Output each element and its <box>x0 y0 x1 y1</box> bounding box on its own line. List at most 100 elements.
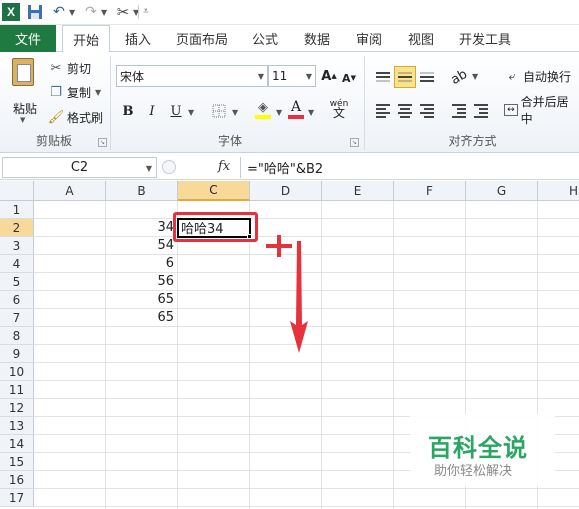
redo-dropdown-icon[interactable]: ▼ <box>101 8 107 17</box>
row-header[interactable]: 1 <box>0 201 34 219</box>
format-painter-button[interactable]: 🖌 格式刷 <box>48 107 103 127</box>
row-header[interactable]: 7 <box>0 309 34 327</box>
row-header[interactable]: 16 <box>0 471 34 489</box>
row-header[interactable]: 8 <box>0 327 34 345</box>
column-header-d[interactable]: D <box>250 181 322 201</box>
borders-dropdown-icon[interactable]: ▼ <box>232 108 238 117</box>
row-header[interactable]: 11 <box>0 381 34 399</box>
column-header-h[interactable]: H <box>538 181 579 201</box>
shrink-font-button[interactable]: A ▼ <box>340 67 358 89</box>
underline-button[interactable]: U <box>166 100 186 122</box>
copy-label: 复制 <box>67 85 92 100</box>
cell-b4[interactable]: 6 <box>106 255 178 273</box>
align-top-button[interactable] <box>372 66 394 88</box>
increase-indent-button[interactable] <box>470 100 492 122</box>
bold-button[interactable]: B <box>118 100 138 122</box>
paste-dropdown-icon[interactable]: ▼ <box>20 116 25 124</box>
row-header[interactable]: 13 <box>0 417 34 435</box>
row-header[interactable]: 3 <box>0 237 34 255</box>
font-color-button[interactable]: A <box>286 98 306 120</box>
paste-button[interactable]: 粘贴 ▼ <box>6 58 40 124</box>
cell-b7[interactable]: 65 <box>106 309 178 327</box>
ribbon-tabs: 文件 开始 插入 页面布局 公式 数据 审阅 视图 开发工具 <box>0 25 579 53</box>
redo-icon[interactable]: ↷ <box>84 3 98 21</box>
font-size-select[interactable]: 11 ▼ <box>268 65 316 87</box>
column-header-b[interactable]: B <box>106 181 178 201</box>
align-center-button[interactable] <box>394 100 416 122</box>
tab-page-layout[interactable]: 页面布局 <box>170 25 234 52</box>
select-all-corner[interactable] <box>0 181 34 201</box>
font-color-dropdown-icon[interactable]: ▼ <box>308 108 314 117</box>
formula-input[interactable]: ="哈哈"&B2 <box>240 157 579 178</box>
row-header[interactable]: 6 <box>0 291 34 309</box>
save-icon[interactable] <box>27 3 43 21</box>
phonetic-button[interactable]: wén 文 <box>326 98 352 120</box>
tab-data[interactable]: 数据 <box>296 25 338 52</box>
copy-icon: ❐ <box>50 84 62 100</box>
row-header[interactable]: 4 <box>0 255 34 273</box>
tab-insert[interactable]: 插入 <box>116 25 160 52</box>
customize-qat-icon[interactable]: ⩡ <box>143 6 149 17</box>
highlight-box <box>173 212 258 242</box>
tools-icon[interactable]: ✂ <box>114 3 132 21</box>
column-header-c[interactable]: C <box>178 181 250 201</box>
name-box[interactable]: C2 ▼ <box>2 157 157 178</box>
paste-label: 粘贴 <box>12 102 37 116</box>
borders-button[interactable] <box>208 100 230 122</box>
row-header[interactable]: 17 <box>0 489 34 507</box>
wrap-text-button[interactable]: ⤶ 自动换行 <box>504 66 571 86</box>
copy-dropdown-icon[interactable]: ▼ <box>95 88 101 97</box>
font-launcher-icon[interactable]: ↘ <box>350 138 359 147</box>
cut-button[interactable]: ✂ 剪切 <box>48 58 91 78</box>
ribbon-home: 粘贴 ▼ ✂ 剪切 ❐ 复制 ▼ 🖌 格式刷 剪贴板 ↘ 宋体 ▼ 11 ▼ A… <box>0 52 579 153</box>
wrap-text-label: 自动换行 <box>523 69 572 84</box>
column-header-f[interactable]: F <box>394 181 466 201</box>
row-header[interactable]: 14 <box>0 435 34 453</box>
row-header[interactable]: 2 <box>0 219 34 237</box>
orientation-dropdown-icon[interactable]: ▼ <box>472 72 478 81</box>
row-header[interactable]: 5 <box>0 273 34 291</box>
tab-formulas[interactable]: 公式 <box>244 25 286 52</box>
column-header-g[interactable]: G <box>466 181 538 201</box>
align-right-button[interactable] <box>416 100 438 122</box>
row-header[interactable]: 9 <box>0 345 34 363</box>
column-header-e[interactable]: E <box>322 181 394 201</box>
fill-color-button[interactable]: ◈ <box>252 98 274 120</box>
row-header[interactable]: 15 <box>0 453 34 471</box>
column-header-a[interactable]: A <box>34 181 106 201</box>
cell-b3[interactable]: 54 <box>106 237 178 255</box>
tab-home[interactable]: 开始 <box>62 25 110 53</box>
row-header[interactable]: 10 <box>0 363 34 381</box>
tab-developer[interactable]: 开发工具 <box>452 25 518 52</box>
merge-icon: ↔ <box>504 104 518 116</box>
grow-font-button[interactable]: A ▲ <box>320 65 338 87</box>
tab-review[interactable]: 审阅 <box>348 25 390 52</box>
font-size-value: 11 <box>272 69 288 83</box>
insert-function-icon[interactable]: fx <box>218 159 230 174</box>
expand-handle-icon[interactable] <box>162 160 176 174</box>
font-color-icon: A <box>290 99 302 115</box>
cell-b5[interactable]: 56 <box>106 273 178 291</box>
underline-dropdown-icon[interactable]: ▼ <box>188 108 194 117</box>
tab-view[interactable]: 视图 <box>400 25 442 52</box>
row-header[interactable]: 12 <box>0 399 34 417</box>
fill-color-dropdown-icon[interactable]: ▼ <box>276 108 282 117</box>
align-middle-button[interactable] <box>394 66 416 88</box>
align-left-button[interactable] <box>372 100 394 122</box>
decrease-indent-button[interactable] <box>448 100 470 122</box>
italic-button[interactable]: I <box>142 100 162 122</box>
tab-file[interactable]: 文件 <box>0 25 56 52</box>
copy-button[interactable]: ❐ 复制 ▼ <box>48 82 101 102</box>
cell-b6[interactable]: 65 <box>106 291 178 309</box>
undo-icon[interactable]: ↶ <box>52 3 66 21</box>
cell-b2[interactable]: 34 <box>106 219 178 237</box>
clipboard-launcher-icon[interactable]: ↘ <box>98 138 107 147</box>
quick-access-toolbar: X ↶ ▼ ↷ ▼ ✂ ▼ ⩡ <box>0 0 579 25</box>
font-name-select[interactable]: 宋体 ▼ <box>116 65 268 87</box>
undo-dropdown-icon[interactable]: ▼ <box>69 8 75 17</box>
font-group-label: 字体 <box>217 134 242 148</box>
orientation-icon[interactable]: ab <box>444 62 474 92</box>
align-bottom-button[interactable] <box>416 66 438 88</box>
phonetic-icon: 文 <box>332 106 345 120</box>
merge-center-button[interactable]: ↔ 合并后居中 <box>504 95 579 126</box>
